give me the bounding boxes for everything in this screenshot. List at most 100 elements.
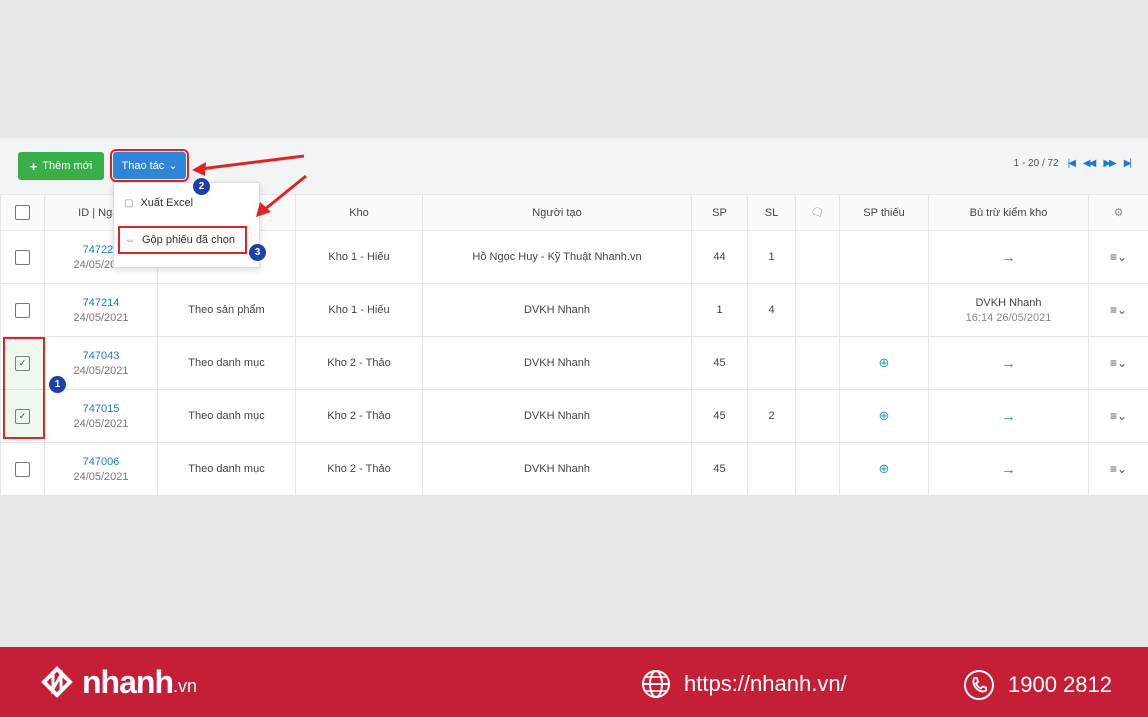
row-creator: DVKH Nhanh: [422, 442, 692, 496]
chevron-down-icon: ⌄: [168, 160, 178, 172]
add-new-button[interactable]: + Thêm mới: [18, 152, 104, 180]
row-kho: Kho 2 - Thảo: [295, 336, 423, 390]
row-note: [795, 336, 840, 390]
nhanh-logo-icon: [41, 666, 73, 698]
prev-page-icon[interactable]: ◀◀: [1083, 158, 1096, 169]
arrow-head-1: [192, 162, 206, 176]
select-all-cell: [0, 194, 45, 231]
row-kho: Kho 2 - Thảo: [295, 442, 423, 496]
row-type: Theo danh mục: [157, 389, 296, 443]
zoom-in-icon[interactable]: ⊕: [879, 408, 890, 423]
row-sp: 45: [691, 336, 748, 390]
select-all-checkbox[interactable]: [15, 205, 30, 220]
zoom-in-icon[interactable]: ⊕: [879, 355, 890, 370]
table-row: ✓ 747015 24/05/2021 Theo danh mục Kho 2 -…: [0, 389, 1148, 443]
plus-icon: +: [29, 158, 38, 174]
phone-number[interactable]: 1900 2812: [1008, 672, 1112, 698]
add-new-label: Thêm mới: [42, 160, 93, 172]
row-date: 24/05/2021: [73, 470, 129, 483]
globe-icon: [642, 670, 670, 698]
bu-tru-time: 16:14 26/05/2021: [965, 311, 1052, 324]
next-page-icon[interactable]: ▶▶: [1103, 158, 1116, 169]
header-note: 🗨: [795, 194, 840, 231]
row-type: Theo danh mục: [157, 336, 296, 390]
row-menu-icon[interactable]: ≡⌄: [1110, 250, 1127, 264]
row-menu-icon[interactable]: ≡⌄: [1110, 409, 1127, 423]
phone-icon: [964, 670, 994, 700]
row-date: 24/05/2021: [73, 364, 129, 377]
row-date: 24/05/2021: [73, 417, 129, 430]
merge-selected-label: Gộp phiếu đã chọn: [142, 234, 235, 246]
header-sp-thieu: SP thiếu: [839, 194, 929, 231]
actions-label: Thao tác: [121, 159, 165, 172]
row-sl: 1: [747, 230, 796, 284]
merge-selected-item[interactable]: ⇔ Gộp phiếu đã chọn: [118, 226, 247, 254]
bu-tru-user: DVKH Nhanh: [975, 296, 1042, 309]
last-page-icon[interactable]: ▶|: [1124, 158, 1132, 169]
arrow-line-2: [263, 174, 307, 212]
row-sp: 1: [691, 283, 748, 337]
row-sp: 45: [691, 442, 748, 496]
header-sp: SP: [691, 194, 748, 231]
row-sl: [747, 442, 796, 496]
nhanh-logo: nhanh .vn: [38, 663, 197, 701]
arrow-right-icon[interactable]: →: [1001, 355, 1016, 372]
arrow-right-icon[interactable]: →: [1001, 408, 1016, 425]
step-badge-3: 3: [248, 243, 267, 262]
row-menu-icon[interactable]: ≡⌄: [1110, 303, 1127, 317]
actions-button[interactable]: Thao tác ⌄: [110, 149, 189, 182]
export-excel-item[interactable]: ▢ Xuất Excel: [124, 197, 193, 209]
row-sl: 2: [747, 389, 796, 443]
row-type: Theo sản phẩm: [157, 283, 296, 337]
row-kho: Kho 1 - Hiếu: [295, 230, 423, 284]
merge-icon: ⇔: [125, 234, 135, 246]
annotation-arrows: [192, 154, 307, 217]
row-id-link[interactable]: 747043: [45, 350, 157, 362]
header-bu-tru: Bù trừ kiểm kho: [928, 194, 1089, 231]
row-checkbox[interactable]: [15, 461, 30, 477]
pager-range: 1 - 20 / 72: [1013, 158, 1059, 169]
website-url[interactable]: https://nhanh.vn/: [684, 671, 847, 697]
row-sl: [747, 336, 796, 390]
row-sp: 44: [691, 230, 748, 284]
row-checkbox[interactable]: [15, 249, 30, 265]
arrow-right-icon[interactable]: →: [1001, 461, 1016, 478]
row-sp: 45: [691, 389, 748, 443]
row-note: [795, 283, 840, 337]
logo-sub-text: .vn: [172, 675, 197, 696]
row-creator: DVKH Nhanh: [422, 336, 692, 390]
first-page-icon[interactable]: |◀: [1068, 158, 1076, 169]
row-creator: Hồ Ngọc Huy - Kỹ Thuật Nhanh.vn: [422, 230, 692, 284]
row-note: [795, 442, 840, 496]
file-icon: ▢: [124, 197, 134, 209]
row-menu-icon[interactable]: ≡⌄: [1110, 462, 1127, 476]
row-checkbox[interactable]: [15, 302, 30, 318]
row-id-link[interactable]: 747214: [45, 297, 157, 309]
header-settings: ⚙: [1088, 194, 1148, 231]
row-menu-icon[interactable]: ≡⌄: [1110, 356, 1127, 370]
brand-footer: nhanh .vn https://nhanh.vn/ 1900 2812: [0, 647, 1148, 717]
row-type: Theo danh mục: [157, 442, 296, 496]
row-sp-thieu: [839, 283, 929, 337]
website-info: https://nhanh.vn/: [640, 668, 847, 700]
table-row: 747006 24/05/2021 Theo danh mục Kho 2 - T…: [0, 442, 1148, 496]
comment-icon: 🗨: [810, 207, 825, 219]
table-row: ✓ 747043 24/05/2021 Theo danh mục Kho 2 -…: [0, 336, 1148, 390]
table-row: 747214 24/05/2021 Theo sản phẩm Kho 1 - H…: [0, 283, 1148, 337]
row-id-link[interactable]: 747015: [45, 403, 157, 415]
selected-rows-highlight: [3, 337, 45, 439]
row-note: [795, 389, 840, 443]
inventory-check-app: + Thêm mới Thao tác ⌄ 1 - 20 / 72 |◀ ◀◀ …: [0, 138, 1148, 496]
row-date: 24/05/2021: [73, 311, 129, 324]
row-kho: Kho 2 - Thảo: [295, 389, 423, 443]
logo-main-text: nhanh: [82, 663, 174, 700]
row-sp-thieu: [839, 230, 929, 284]
row-creator: DVKH Nhanh: [422, 389, 692, 443]
row-id-link[interactable]: 747006: [45, 456, 157, 468]
zoom-in-icon[interactable]: ⊕: [879, 461, 890, 476]
phone-info: 1900 2812: [962, 668, 1112, 702]
step-badge-1: 1: [48, 375, 67, 394]
settings-gear-icon[interactable]: ⚙: [1114, 207, 1124, 219]
row-sl: 4: [747, 283, 796, 337]
arrow-right-icon[interactable]: →: [1001, 249, 1016, 266]
